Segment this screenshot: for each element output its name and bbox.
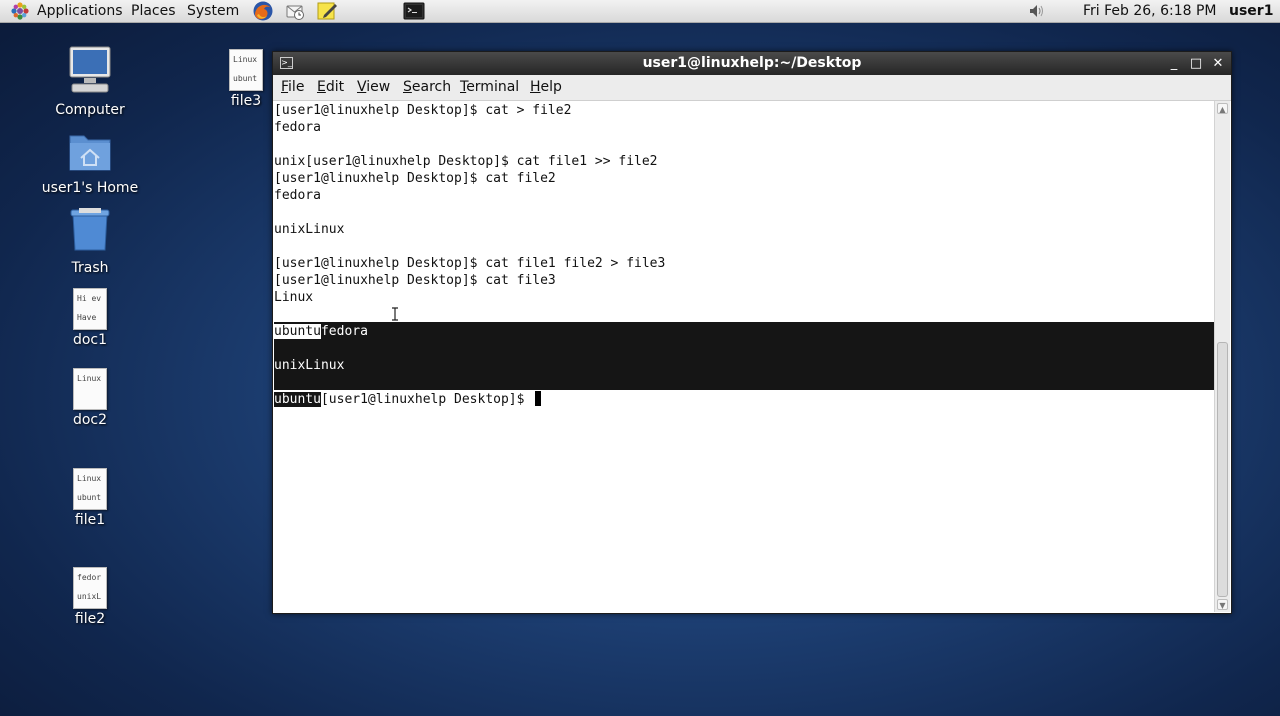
terminal-line: Linux [274,290,314,305]
notes-icon[interactable] [316,0,338,22]
computer-icon [69,46,111,93]
terminal-output[interactable]: [user1@linuxhelp Desktop]$ cat > file2 f… [274,101,1215,612]
menu-bar: File Edit View Search Terminal Help [273,75,1231,101]
computer-desktop-icon[interactable]: Computer [35,44,145,118]
doc2-desktop-icon[interactable]: Linux doc2 [35,368,145,428]
terminal-line: fedora [274,120,321,135]
menu-terminal[interactable]: Terminal [460,79,519,95]
terminal-line: fedora [274,188,321,203]
doc2-label: doc2 [72,412,108,428]
window-titlebar[interactable]: >_ user1@linuxhelp:~/Desktop _ □ ✕ [273,52,1231,75]
places-menu[interactable]: Places [131,2,176,20]
terminal-prompt-line: ubuntu[user1@linuxhelp Desktop]$ [274,391,542,408]
scroll-up-icon[interactable]: ▲ [1217,103,1228,114]
firefox-icon[interactable] [252,0,274,22]
file2-desktop-icon[interactable]: fedor unixL file2 [35,567,145,627]
terminal-line: [user1@linuxhelp Desktop]$ cat > file2 [274,103,572,118]
terminal-icon[interactable] [403,0,425,22]
home-folder-icon [69,135,111,171]
window-title: user1@linuxhelp:~/Desktop [642,55,862,71]
file2-label: file2 [74,611,106,627]
applications-menu[interactable]: Applications [37,2,123,20]
trash-label: Trash [71,260,109,276]
menu-view[interactable]: View [357,79,390,95]
text-selection-highlight [274,322,1215,390]
menu-help[interactable]: Help [530,79,562,95]
terminal-line: ubuntufedora [274,324,368,339]
trash-desktop-icon[interactable]: Trash [35,206,145,276]
terminal-line: unix[user1@linuxhelp Desktop]$ cat file1… [274,154,658,169]
text-file-icon: Linux ubunt [73,468,107,510]
applications-menu-icon[interactable] [9,0,31,22]
user-menu[interactable]: user1 [1229,2,1273,20]
clock[interactable]: Fri Feb 26, 6:18 PM [1083,2,1217,20]
text-file-icon: Linux ubunt [229,49,263,91]
volume-icon[interactable] [1026,0,1048,22]
terminal-line: [user1@linuxhelp Desktop]$ cat file2 [274,171,556,186]
doc1-desktop-icon[interactable]: Hi ev Have doc1 [35,288,145,348]
menu-edit[interactable]: Edit [317,79,344,95]
text-file-icon: Hi ev Have [73,288,107,330]
text-file-icon: fedor unixL [73,567,107,609]
terminal-line: unixLinux [274,358,345,373]
vertical-scrollbar[interactable]: ▲ ▼ [1214,101,1230,612]
scrollbar-thumb[interactable] [1217,342,1228,597]
system-menu[interactable]: System [187,2,239,20]
doc1-label: doc1 [72,332,108,348]
terminal-window-icon: >_ [280,57,293,69]
text-cursor [535,391,542,406]
terminal-line: unixLinux [274,222,345,237]
file1-label: file1 [74,512,106,528]
menu-search[interactable]: Search [403,79,451,95]
terminal-window[interactable]: >_ user1@linuxhelp:~/Desktop _ □ ✕ File … [272,51,1232,614]
home-label: user1's Home [41,180,139,196]
trash-icon [70,208,110,251]
maximize-button[interactable]: □ [1187,52,1205,75]
mail-icon[interactable] [284,0,306,22]
terminal-line: [user1@linuxhelp Desktop]$ cat file1 fil… [274,256,666,271]
minimize-button[interactable]: _ [1165,52,1183,75]
menu-file[interactable]: File [281,79,304,95]
file1-desktop-icon[interactable]: Linux ubunt file1 [35,468,145,528]
home-desktop-icon[interactable]: user1's Home [35,128,145,196]
scroll-down-icon[interactable]: ▼ [1217,599,1228,610]
top-panel: Applications Places System Fri Feb 26, 6… [0,0,1280,23]
computer-label: Computer [55,102,125,118]
text-file-icon: Linux [73,368,107,410]
close-button[interactable]: ✕ [1209,52,1227,75]
mouse-ibeam-icon [391,307,399,321]
terminal-line: [user1@linuxhelp Desktop]$ cat file3 [274,273,556,288]
